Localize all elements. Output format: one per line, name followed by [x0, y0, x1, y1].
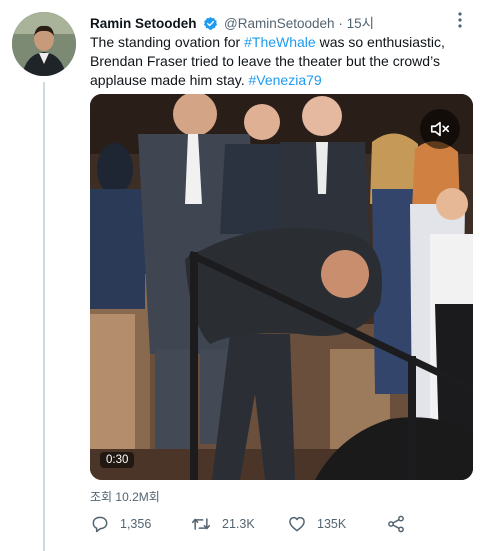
retweet-button[interactable]: 21.3K: [190, 514, 255, 534]
retweet-count: 21.3K: [222, 517, 255, 531]
reply-button[interactable]: 1,356: [90, 514, 151, 534]
verified-badge-icon: [203, 16, 218, 34]
thread-line: [43, 82, 45, 551]
mute-button[interactable]: [420, 109, 460, 149]
author-handle[interactable]: @RaminSetoodeh: [224, 16, 335, 31]
like-count: 135K: [317, 517, 347, 531]
tweet-header: Ramin Setoodeh @RaminSetoodeh · 15시: [90, 12, 374, 34]
heart-icon: [289, 516, 305, 532]
share-button[interactable]: [386, 514, 406, 534]
reply-icon: [92, 516, 108, 533]
author-name[interactable]: Ramin Setoodeh: [90, 16, 197, 31]
retweet-icon: [191, 518, 211, 530]
reply-count: 1,356: [120, 517, 152, 531]
video-frame: [90, 94, 473, 480]
muted-speaker-icon: [430, 121, 450, 137]
share-icon: [388, 515, 404, 533]
more-options-icon[interactable]: [450, 10, 470, 30]
video-player[interactable]: 0:30: [90, 94, 473, 480]
separator-dot: ·: [338, 16, 343, 31]
timestamp[interactable]: 15시: [347, 16, 374, 31]
action-bar: 1,356 21.3K 135K: [90, 514, 470, 542]
view-count: 조회 10.2M회: [90, 490, 160, 504]
tweet-text-part1: The standing ovation for: [90, 34, 245, 50]
hashtag-venezia79[interactable]: #Venezia79: [249, 72, 322, 88]
hashtag-thewhale[interactable]: #TheWhale: [244, 34, 316, 50]
like-button[interactable]: 135K: [287, 514, 346, 534]
video-duration: 0:30: [100, 452, 135, 468]
avatar[interactable]: [12, 12, 76, 76]
tweet-text: The standing ovation for #TheWhale was s…: [90, 33, 460, 90]
